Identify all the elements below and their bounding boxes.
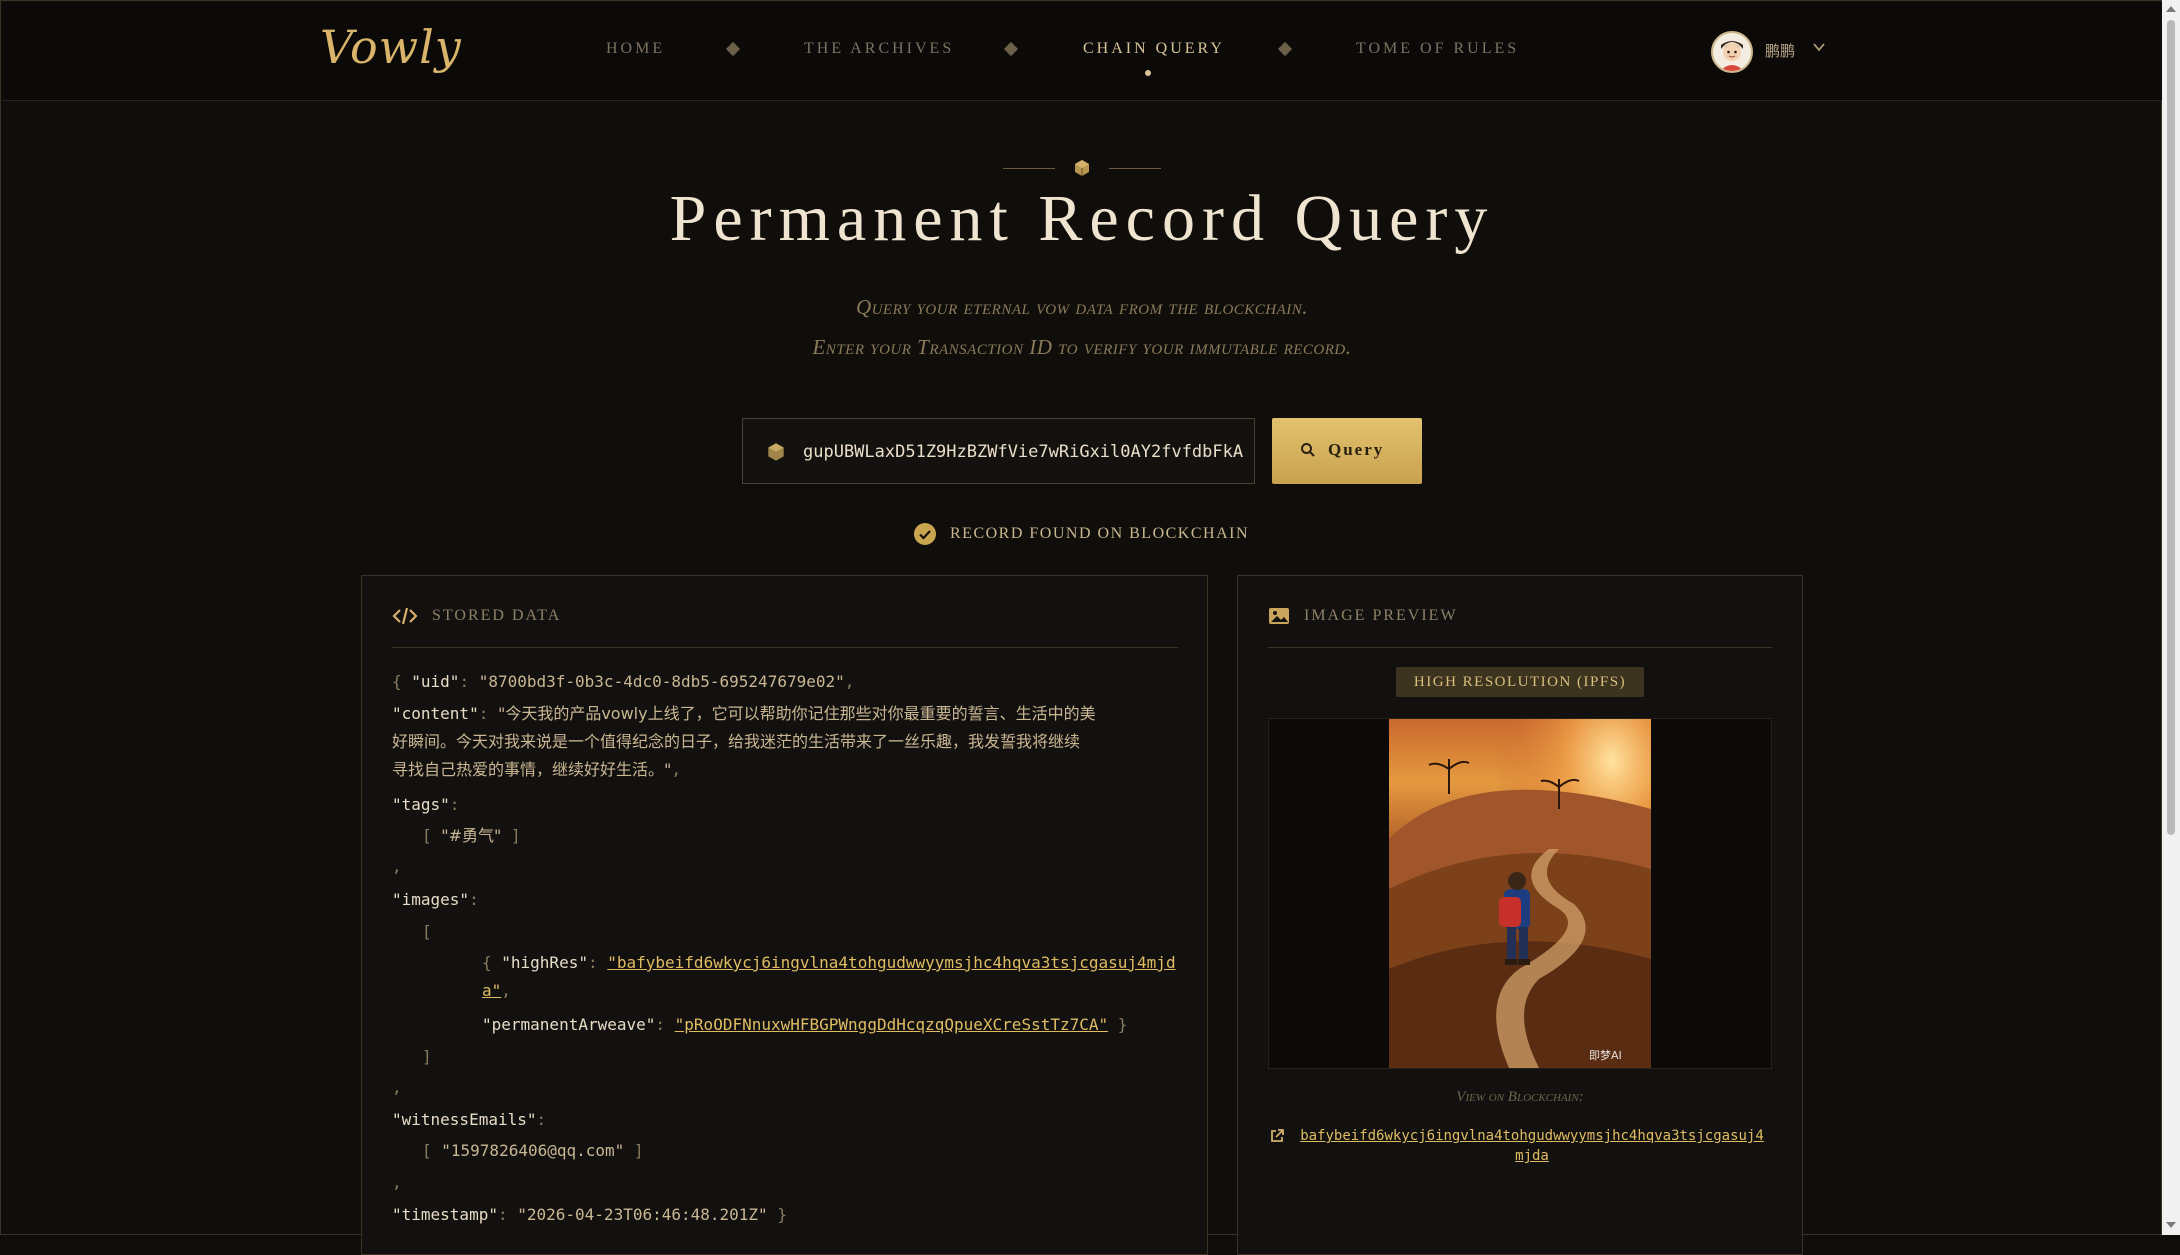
json-key: "permanentArweave" [482, 1015, 656, 1034]
hero-divider-right [1109, 168, 1161, 169]
json-bracket: ] [422, 1047, 432, 1066]
json-content-value: 好瞬间。今天对我来说是一个值得纪念的日子，给我迷茫的生活带来了一丝乐趣，我发誓我… [392, 732, 1081, 751]
panel-divider [392, 647, 1178, 648]
view-on-blockchain-label: View on Blockchain: [1456, 1089, 1584, 1105]
json-line-images: "images": [392, 890, 479, 909]
page-subtitle-line-2: Enter your Transaction ID to verify your… [812, 335, 1352, 359]
json-timestamp-value: "2026-04-23T06:46:48.201Z" [517, 1205, 768, 1224]
scroll-up-arrow-icon[interactable] [2166, 6, 2176, 12]
json-key: "content" [392, 704, 479, 723]
nav-diamond-separator [725, 41, 741, 57]
check-circle-icon [914, 523, 936, 545]
json-tags-array: [ "#勇气" ] [422, 826, 521, 845]
json-line-uid: { "uid": "8700bd3f-0b3c-4dc0-8db5-695247… [392, 672, 855, 691]
cube-icon [1075, 160, 1089, 176]
json-line-tags: "tags": [392, 795, 460, 814]
search-icon [1301, 443, 1315, 457]
vowly-logo[interactable]: Vowly [320, 20, 462, 74]
blockchain-link-text[interactable]: bafybeifd6wkycj6ingvlna4tohgudwwyymsjhc4… [1297, 1126, 1767, 1166]
arweave-link[interactable]: "pRoODFNnuxwHFBGPWnggDdHcqzqQpueXCreSstT… [675, 1015, 1108, 1034]
code-icon [392, 607, 418, 625]
json-key: "witnessEmails" [392, 1110, 537, 1129]
high-resolution-badge: High Resolution (IPFS) [1396, 667, 1644, 697]
active-indicator-dot [1145, 70, 1151, 76]
top-navbar: Vowly Home The Archives Chain Query Tome… [2, 2, 2162, 101]
json-line-timestamp: "timestamp": "2026-04-23T06:46:48.201Z" … [392, 1205, 787, 1224]
record-status-text: Record found on blockchain [950, 525, 1250, 542]
scroll-down-arrow-icon[interactable] [2166, 1222, 2176, 1228]
query-button[interactable]: Query [1272, 418, 1422, 484]
query-button-label: Query [1328, 440, 1385, 459]
external-link-icon[interactable] [1269, 1128, 1285, 1144]
page-subtitle-line-1: Query your eternal vow data from the blo… [855, 295, 1309, 319]
svg-text:即梦AI: 即梦AI [1589, 1049, 1622, 1062]
json-key: "tags" [392, 795, 450, 814]
json-line-highres: { "highRes": "bafybeifd6wkycj6ingvlna4to… [482, 953, 1176, 972]
json-email-value: "1597826406@qq.com" [441, 1141, 625, 1160]
nav-diamond-separator [1277, 41, 1293, 57]
json-tag-value: "#勇气" [441, 826, 502, 845]
nav-diamond-separator [1003, 41, 1019, 57]
vow-photo[interactable]: 即梦AI [1389, 719, 1651, 1068]
json-line-content: "content": "今天我的产品vowly上线了，它可以帮助你记住那些对你最… [392, 704, 1096, 723]
panel-divider [1268, 647, 1772, 648]
user-avatar[interactable] [1711, 31, 1753, 73]
json-key: "images" [392, 890, 470, 909]
json-bracket: [ [422, 922, 432, 941]
nav-home[interactable]: Home [606, 40, 665, 58]
json-line-witness: "witnessEmails": [392, 1110, 547, 1129]
json-key: "uid" [411, 672, 460, 691]
json-content-value: "今天我的产品vowly上线了，它可以帮助你记住那些对你最重要的誓言、生活中的美 [497, 704, 1096, 723]
json-comma: , [392, 857, 402, 876]
image-preview-frame: 即梦AI [1268, 718, 1772, 1069]
page-scrollbar[interactable] [2162, 0, 2180, 1235]
user-name[interactable]: 鹏鹏 [1765, 40, 1795, 61]
page-title: Permanent Record Query [669, 182, 1495, 255]
json-comma: , [392, 1078, 402, 1097]
json-key: "highRes" [501, 953, 588, 972]
json-line-content-cont: 寻找自己热爱的事情，继续好好生活。", [392, 760, 682, 779]
cube-icon [768, 443, 784, 461]
avatar-icon [1713, 33, 1751, 71]
hiking-boy-photo-icon: 即梦AI [1389, 719, 1651, 1068]
nav-tome-of-rules[interactable]: Tome of Rules [1356, 40, 1519, 58]
nav-the-archives[interactable]: The Archives [804, 40, 954, 58]
app-window: Vowly Home The Archives Chain Query Tome… [0, 0, 2162, 1255]
scrollbar-thumb[interactable] [2167, 20, 2175, 835]
json-uid-value: "8700bd3f-0b3c-4dc0-8db5-695247679e02" [478, 672, 845, 691]
json-content-value: 寻找自己热爱的事情，继续好好生活。" [392, 760, 672, 779]
json-comma: , [392, 1173, 402, 1192]
json-line-content-cont: 好瞬间。今天对我来说是一个值得纪念的日子，给我迷茫的生活带来了一丝乐趣，我发誓我… [392, 728, 1080, 756]
json-line-arweave: "permanentArweave": "pRoODFNnuxwHFBGPWng… [482, 1015, 1128, 1034]
chevron-down-icon[interactable] [1812, 40, 1826, 54]
json-line-highres-cont: a", [482, 981, 511, 1000]
stored-data-title: Stored Data [432, 607, 562, 624]
json-witness-array: [ "1597826406@qq.com" ] [422, 1141, 644, 1160]
transaction-id-input[interactable] [801, 419, 1245, 485]
hero-divider-left [1003, 168, 1055, 169]
nav-chain-query[interactable]: Chain Query [1083, 40, 1225, 58]
image-preview-title: Image Preview [1304, 607, 1458, 624]
transaction-search-box [742, 418, 1255, 485]
image-icon [1269, 608, 1289, 624]
highres-ipfs-link[interactable]: a" [482, 981, 501, 1000]
json-key: "timestamp" [392, 1205, 498, 1224]
highres-ipfs-link[interactable]: "bafybeifd6wkycj6ingvlna4tohgudwwyymsjhc… [607, 953, 1175, 972]
